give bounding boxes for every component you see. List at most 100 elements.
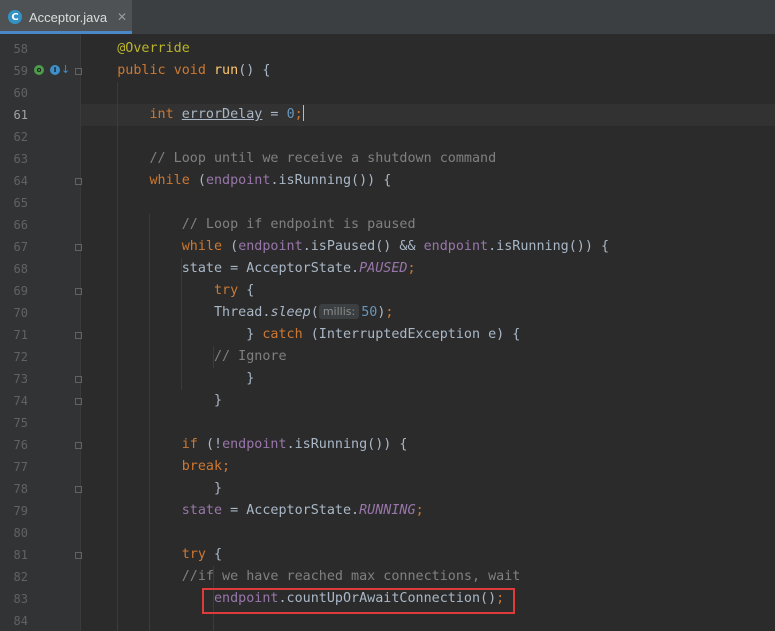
code-line-61[interactable]: 61 int errorDelay = 0;	[0, 104, 775, 126]
code-line-81[interactable]: 81 try {	[0, 544, 775, 566]
code-line-75[interactable]: 75	[0, 412, 775, 434]
fold-marker-icon[interactable]	[75, 178, 82, 185]
code-line-63[interactable]: 63 // Loop until we receive a shutdown c…	[0, 148, 775, 170]
code-text: // Loop until we receive a shutdown comm…	[85, 148, 497, 170]
line-number: 63	[13, 152, 28, 166]
code-text: state = AcceptorState.PAUSED;	[85, 258, 416, 280]
annotation-highlight-box	[202, 588, 515, 614]
code-line-76[interactable]: 76 if (!endpoint.isRunning()) {	[0, 434, 775, 456]
editor-tab-bar: C Acceptor.java ✕	[0, 0, 775, 35]
code-token: if	[181, 437, 206, 452]
code-text: Thread.sleep(millis: 50);	[85, 302, 393, 324]
code-editor[interactable]: 58 @Override 59 o I ↓ public void run() {60 …	[0, 34, 775, 631]
code-line-70[interactable]: 70 Thread.sleep(millis: 50);	[0, 302, 775, 324]
overrides-method-icon[interactable]: o	[34, 65, 44, 75]
line-number: 79	[13, 504, 28, 518]
code-text: }	[85, 368, 254, 390]
code-text: public void run() {	[85, 60, 270, 82]
code-token: .isRunning()) {	[270, 173, 392, 188]
code-token: ;	[407, 261, 416, 276]
code-line-68[interactable]: 68 state = AcceptorState.PAUSED;	[0, 258, 775, 280]
code-line-71[interactable]: 71 } catch (InterruptedException e) {	[0, 324, 775, 346]
code-text: while (endpoint.isPaused() && endpoint.i…	[85, 236, 609, 258]
close-icon[interactable]: ✕	[117, 10, 127, 24]
line-number: 61	[13, 108, 28, 122]
code-line-64[interactable]: 64 while (endpoint.isRunning()) {	[0, 170, 775, 192]
fold-marker-icon[interactable]	[75, 398, 82, 405]
fold-marker-icon[interactable]	[75, 244, 82, 251]
fold-marker-icon[interactable]	[75, 288, 82, 295]
code-text: // Loop if endpoint is paused	[85, 214, 416, 236]
code-token: // Ignore	[214, 349, 287, 364]
code-token: {	[214, 547, 223, 562]
code-token: 50	[361, 305, 378, 320]
code-token: }	[246, 371, 255, 386]
code-text: int errorDelay = 0;	[85, 104, 304, 126]
fold-marker-icon[interactable]	[75, 442, 82, 449]
code-line-79[interactable]: 79 state = AcceptorState.RUNNING;	[0, 500, 775, 522]
code-token: break;	[181, 459, 231, 474]
code-token: RUNNING	[359, 503, 416, 518]
code-token: (	[230, 239, 239, 254]
code-line-78[interactable]: 78 }	[0, 478, 775, 500]
line-number: 58	[13, 42, 28, 56]
code-token: (InterruptedException e) {	[310, 327, 521, 342]
code-line-80[interactable]: 80	[0, 522, 775, 544]
code-line-65[interactable]: 65	[0, 192, 775, 214]
line-number: 84	[13, 614, 28, 628]
code-token: }	[246, 327, 263, 342]
code-line-74[interactable]: 74 }	[0, 390, 775, 412]
code-token: try	[214, 283, 247, 298]
code-line-67[interactable]: 67 while (endpoint.isPaused() && endpoin…	[0, 236, 775, 258]
navigate-down-arrow-icon[interactable]: ↓	[61, 63, 70, 76]
line-number: 67	[13, 240, 28, 254]
line-number: 71	[13, 328, 28, 342]
code-line-66[interactable]: 66 // Loop if endpoint is paused	[0, 214, 775, 236]
code-token: .isPaused() &&	[302, 239, 424, 254]
code-token: (!	[205, 437, 223, 452]
fold-marker-icon[interactable]	[75, 552, 82, 559]
fold-marker-icon[interactable]	[75, 332, 82, 339]
code-token: // Loop until we receive a shutdown comm…	[149, 151, 497, 166]
line-number: 68	[13, 262, 28, 276]
line-number: 78	[13, 482, 28, 496]
line-number: 72	[13, 350, 28, 364]
code-line-82[interactable]: 82 //if we have reached max connections,…	[0, 566, 775, 588]
code-text: break;	[85, 456, 230, 478]
code-token: run	[214, 63, 239, 78]
fold-marker-icon[interactable]	[75, 68, 82, 75]
fold-marker-icon[interactable]	[75, 376, 82, 383]
code-text: state = AcceptorState.RUNNING;	[85, 500, 424, 522]
code-token: {	[246, 283, 255, 298]
fold-marker-icon[interactable]	[75, 486, 82, 493]
code-token: state	[181, 503, 223, 518]
code-line-77[interactable]: 77 break;	[0, 456, 775, 478]
implemented-method-icon[interactable]: I	[50, 65, 60, 75]
code-token: =	[262, 107, 287, 122]
code-line-72[interactable]: 72 // Ignore	[0, 346, 775, 368]
line-number: 62	[13, 130, 28, 144]
code-token: state = AcceptorState.	[181, 261, 360, 276]
line-number: 66	[13, 218, 28, 232]
line-number: 80	[13, 526, 28, 540]
code-line-59[interactable]: 59 o I ↓ public void run() {	[0, 60, 775, 82]
line-number: 59	[13, 64, 28, 78]
code-line-62[interactable]: 62	[0, 126, 775, 148]
code-token: sleep	[270, 305, 311, 320]
code-token: errorDelay	[181, 107, 263, 122]
code-text: try {	[85, 544, 222, 566]
code-line-58[interactable]: 58 @Override	[0, 38, 775, 60]
tab-acceptor-java[interactable]: C Acceptor.java ✕	[0, 0, 132, 34]
code-line-73[interactable]: 73 }	[0, 368, 775, 390]
code-token: PAUSED	[359, 261, 408, 276]
code-text: // Ignore	[85, 346, 287, 368]
code-token: ;	[294, 107, 303, 122]
parameter-hint: millis:	[318, 304, 360, 319]
code-line-69[interactable]: 69 try {	[0, 280, 775, 302]
code-text: }	[85, 390, 222, 412]
line-number: 82	[13, 570, 28, 584]
line-number: 75	[13, 416, 28, 430]
code-line-60[interactable]: 60	[0, 82, 775, 104]
